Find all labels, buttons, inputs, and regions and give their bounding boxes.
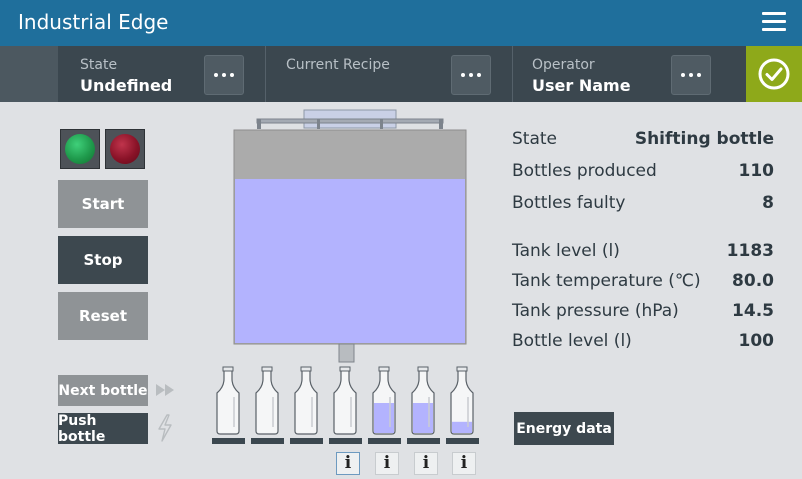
info-row: Tank level (l) 1183 (512, 241, 774, 265)
conveyor-segment (446, 438, 479, 444)
bottle (216, 366, 240, 435)
info-row: Tank pressure (hPa) 14.5 (512, 301, 774, 325)
conveyor-segment (368, 438, 401, 444)
info-row-label: State (512, 129, 557, 149)
bottle-liquid (413, 403, 433, 433)
lightning-icon (158, 414, 172, 442)
info-icon: i (422, 453, 430, 473)
bottle (372, 366, 396, 435)
app-title: Industrial Edge (18, 10, 169, 34)
conveyor-segment (290, 438, 323, 444)
info-row-value: 8 (762, 193, 774, 213)
info-row-value: 100 (738, 331, 775, 351)
state-value: Undefined (80, 76, 173, 95)
info-button[interactable]: i (452, 452, 476, 475)
info-row: Bottles faulty 8 (512, 193, 774, 217)
info-row-label: Tank level (l) (512, 241, 620, 261)
bottle-liquid (452, 421, 472, 433)
recipe-field: Current Recipe (286, 46, 436, 102)
push-bottle-button[interactable]: Push bottle (58, 413, 148, 445)
bottle (411, 366, 435, 435)
state-field: State Undefined (80, 46, 200, 102)
divider (265, 46, 266, 102)
title-bar: Industrial Edge (0, 0, 802, 46)
bottle (333, 366, 357, 435)
info-icon: i (344, 453, 352, 473)
conveyor-segment (251, 438, 284, 444)
tank-rail (256, 118, 444, 124)
bottle-line (212, 366, 479, 444)
reset-button[interactable]: Reset (58, 292, 148, 340)
operator-field: Operator User Name (532, 46, 662, 102)
info-row-value: 1183 (726, 241, 774, 261)
status-bar: State Undefined Current Recipe Operator … (0, 46, 802, 102)
tank-graphic (233, 109, 467, 363)
conveyor-segment (329, 438, 362, 444)
recipe-label: Current Recipe (286, 57, 390, 73)
tank-liquid (235, 178, 465, 343)
hamburger-menu-icon[interactable] (762, 12, 786, 32)
recipe-more-button[interactable] (451, 55, 491, 95)
operator-value: User Name (532, 76, 631, 95)
state-more-button[interactable] (204, 55, 244, 95)
bottle-liquid (374, 403, 394, 433)
divider (512, 46, 513, 102)
red-indicator-lamp (105, 129, 145, 169)
operator-label: Operator (532, 57, 595, 73)
info-row-label: Tank temperature (℃) (512, 271, 701, 291)
info-row-label: Bottle level (l) (512, 331, 632, 351)
energy-data-button[interactable]: Energy data (514, 412, 614, 445)
info-button[interactable]: i (375, 452, 399, 475)
info-icon: i (383, 453, 391, 473)
info-row-label: Bottles produced (512, 161, 657, 181)
info-button[interactable]: i (336, 452, 360, 475)
conveyor-segment (407, 438, 440, 444)
tank-outlet (338, 343, 355, 363)
bottle (255, 366, 279, 435)
info-row-value: 14.5 (732, 301, 774, 321)
operator-more-button[interactable] (671, 55, 711, 95)
next-bottle-button[interactable]: Next bottle (58, 375, 148, 406)
conveyor-segment (212, 438, 245, 444)
bottle (294, 366, 318, 435)
fast-forward-icon (156, 384, 174, 396)
info-row-label: Bottles faulty (512, 193, 626, 213)
bottle (450, 366, 474, 435)
info-button[interactable]: i (414, 452, 438, 475)
info-row-value: 110 (738, 161, 775, 181)
info-row: Bottles produced 110 (512, 161, 774, 185)
info-row-value: 80.0 (732, 271, 774, 291)
info-row-label: Tank pressure (hPa) (512, 301, 679, 321)
info-row-value: Shifting bottle (634, 129, 774, 149)
status-ok-indicator (746, 46, 802, 102)
info-row: Bottle level (l) 100 (512, 331, 774, 355)
info-row: Tank temperature (℃) 80.0 (512, 271, 774, 295)
start-button[interactable]: Start (58, 180, 148, 228)
state-label: State (80, 57, 118, 73)
info-row: State Shifting bottle (512, 129, 774, 153)
green-indicator-lamp (60, 129, 100, 169)
status-bar-left-pad (0, 46, 58, 102)
check-circle-icon (758, 58, 790, 90)
info-icon: i (460, 453, 468, 473)
stop-button[interactable]: Stop (58, 236, 148, 284)
